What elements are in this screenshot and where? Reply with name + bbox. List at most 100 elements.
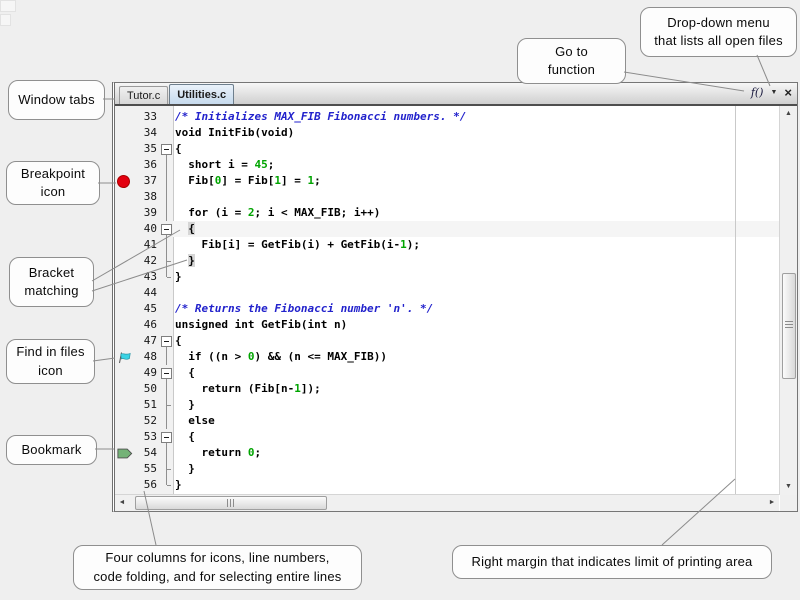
fold-marker-line bbox=[160, 349, 173, 365]
line-number[interactable]: 43 bbox=[133, 269, 157, 285]
code-line[interactable]: 56} bbox=[115, 477, 779, 493]
code-line[interactable]: 51 } bbox=[115, 397, 779, 413]
code-line[interactable]: 53 { bbox=[115, 429, 779, 445]
code-text: { bbox=[175, 333, 182, 349]
code-text: Fib[0] = Fib[1] = 1; bbox=[175, 173, 321, 189]
vertical-scrollbar-thumb[interactable] bbox=[782, 273, 796, 379]
callout-right-margin: Right margin that indicates limit of pri… bbox=[452, 545, 772, 579]
code-text: short i = 45; bbox=[175, 157, 274, 173]
line-number[interactable]: 47 bbox=[133, 333, 157, 349]
line-number[interactable]: 51 bbox=[133, 397, 157, 413]
line-number[interactable]: 48 bbox=[133, 349, 157, 365]
scroll-down-icon[interactable]: ▼ bbox=[780, 480, 797, 494]
code-line[interactable]: 55 } bbox=[115, 461, 779, 477]
line-number[interactable]: 46 bbox=[133, 317, 157, 333]
fold-marker-end bbox=[160, 397, 173, 413]
fold-marker-start[interactable] bbox=[160, 221, 173, 237]
scroll-right-icon[interactable]: ► bbox=[765, 495, 779, 511]
fold-marker-line bbox=[160, 173, 173, 189]
code-line[interactable]: 54 return 0; bbox=[115, 445, 779, 461]
code-line[interactable]: 46 unsigned int GetFib(int n) bbox=[115, 317, 779, 333]
fold-marker-start[interactable] bbox=[160, 333, 173, 349]
line-number[interactable]: 54 bbox=[133, 445, 157, 461]
line-number[interactable]: 40 bbox=[133, 221, 157, 237]
line-number[interactable]: 49 bbox=[133, 365, 157, 381]
fold-slot bbox=[160, 301, 173, 317]
code-line[interactable]: 40 { bbox=[115, 221, 779, 237]
code-text: Fib[i] = GetFib(i) + GetFib(i-1); bbox=[175, 237, 420, 253]
line-number[interactable]: 36 bbox=[133, 157, 157, 173]
fold-slot bbox=[160, 317, 173, 333]
gutter-icon-slot bbox=[115, 109, 133, 125]
bookmark-icon[interactable] bbox=[115, 445, 133, 461]
thumb-grip bbox=[785, 321, 793, 330]
horizontal-scrollbar[interactable]: ◄ ► bbox=[115, 494, 779, 511]
fold-marker-end bbox=[160, 461, 173, 477]
tab-tutor-c[interactable]: Tutor.c bbox=[119, 86, 168, 104]
code-line[interactable]: 50 return (Fib[n-1]); bbox=[115, 381, 779, 397]
line-number[interactable]: 52 bbox=[133, 413, 157, 429]
line-number[interactable]: 33 bbox=[133, 109, 157, 125]
line-number[interactable]: 37 bbox=[133, 173, 157, 189]
fold-collapse-icon[interactable] bbox=[161, 336, 172, 347]
code-line[interactable]: 38 bbox=[115, 189, 779, 205]
tab-bar: Tutor.cUtilities.c bbox=[115, 83, 797, 104]
code-line[interactable]: 52 else bbox=[115, 413, 779, 429]
code-text: unsigned int GetFib(int n) bbox=[175, 317, 347, 333]
fold-collapse-icon[interactable] bbox=[161, 224, 172, 235]
scroll-up-icon[interactable]: ▲ bbox=[780, 107, 797, 121]
gutter-icon-slot bbox=[115, 413, 133, 429]
code-line[interactable]: 36 short i = 45; bbox=[115, 157, 779, 173]
code-line[interactable]: 47 { bbox=[115, 333, 779, 349]
fold-collapse-icon[interactable] bbox=[161, 368, 172, 379]
code-line[interactable]: 33 /* Initializes MAX_FIB Fibonacci numbe… bbox=[115, 109, 779, 125]
fold-marker-start[interactable] bbox=[160, 429, 173, 445]
fold-collapse-icon[interactable] bbox=[161, 144, 172, 155]
line-number[interactable]: 39 bbox=[133, 205, 157, 221]
breakpoint-icon[interactable] bbox=[115, 173, 133, 189]
code-text: /* Initializes MAX_FIB Fibonacci numbers… bbox=[175, 109, 466, 125]
gutter-icon-slot bbox=[115, 237, 133, 253]
horizontal-scrollbar-thumb[interactable] bbox=[135, 496, 327, 510]
code-line[interactable]: 42 } bbox=[115, 253, 779, 269]
code-line[interactable]: 37 Fib[0] = Fib[1] = 1; bbox=[115, 173, 779, 189]
gutter-icon-slot bbox=[115, 397, 133, 413]
code-text: } bbox=[175, 269, 182, 285]
line-number[interactable]: 34 bbox=[133, 125, 157, 141]
scroll-left-icon[interactable]: ◄ bbox=[115, 495, 129, 511]
code-line[interactable]: 34void InitFib(void) bbox=[115, 125, 779, 141]
code-line[interactable]: 45/* Returns the Fibonacci number 'n'. *… bbox=[115, 301, 779, 317]
code-line[interactable]: 35{ bbox=[115, 141, 779, 157]
fold-marker-start[interactable] bbox=[160, 365, 173, 381]
fold-marker-line bbox=[160, 157, 173, 173]
tab-controls: f() ▼ × bbox=[751, 87, 792, 99]
code-line[interactable]: 48 if ((n > 0) && (n <= MAX_FIB)) bbox=[115, 349, 779, 365]
close-icon[interactable]: × bbox=[784, 87, 792, 99]
line-number[interactable]: 41 bbox=[133, 237, 157, 253]
line-number[interactable]: 56 bbox=[133, 477, 157, 493]
open-files-dropdown-icon[interactable]: ▼ bbox=[770, 89, 777, 97]
line-number[interactable]: 55 bbox=[133, 461, 157, 477]
tab-utilities-c[interactable]: Utilities.c bbox=[169, 84, 234, 104]
code-text: else bbox=[175, 413, 215, 429]
vertical-scrollbar[interactable]: ▲ ▼ bbox=[779, 106, 797, 495]
fold-collapse-icon[interactable] bbox=[161, 432, 172, 443]
line-number[interactable]: 44 bbox=[133, 285, 157, 301]
callout-window-tabs: Window tabs bbox=[8, 80, 105, 120]
code-line[interactable]: 44 bbox=[115, 285, 779, 301]
gutter-icon-slot bbox=[115, 477, 133, 493]
line-number[interactable]: 38 bbox=[133, 189, 157, 205]
fold-marker-line bbox=[160, 205, 173, 221]
fold-marker-start[interactable] bbox=[160, 141, 173, 157]
goto-function-button[interactable]: f() bbox=[751, 87, 764, 99]
code-line[interactable]: 41 Fib[i] = GetFib(i) + GetFib(i-1); bbox=[115, 237, 779, 253]
line-number[interactable]: 42 bbox=[133, 253, 157, 269]
line-number[interactable]: 53 bbox=[133, 429, 157, 445]
line-number[interactable]: 35 bbox=[133, 141, 157, 157]
code-line[interactable]: 43} bbox=[115, 269, 779, 285]
findfiles-icon[interactable] bbox=[115, 349, 133, 365]
code-line[interactable]: 49 { bbox=[115, 365, 779, 381]
line-number[interactable]: 45 bbox=[133, 301, 157, 317]
code-line[interactable]: 39 for (i = 2; i < MAX_FIB; i++) bbox=[115, 205, 779, 221]
line-number[interactable]: 50 bbox=[133, 381, 157, 397]
